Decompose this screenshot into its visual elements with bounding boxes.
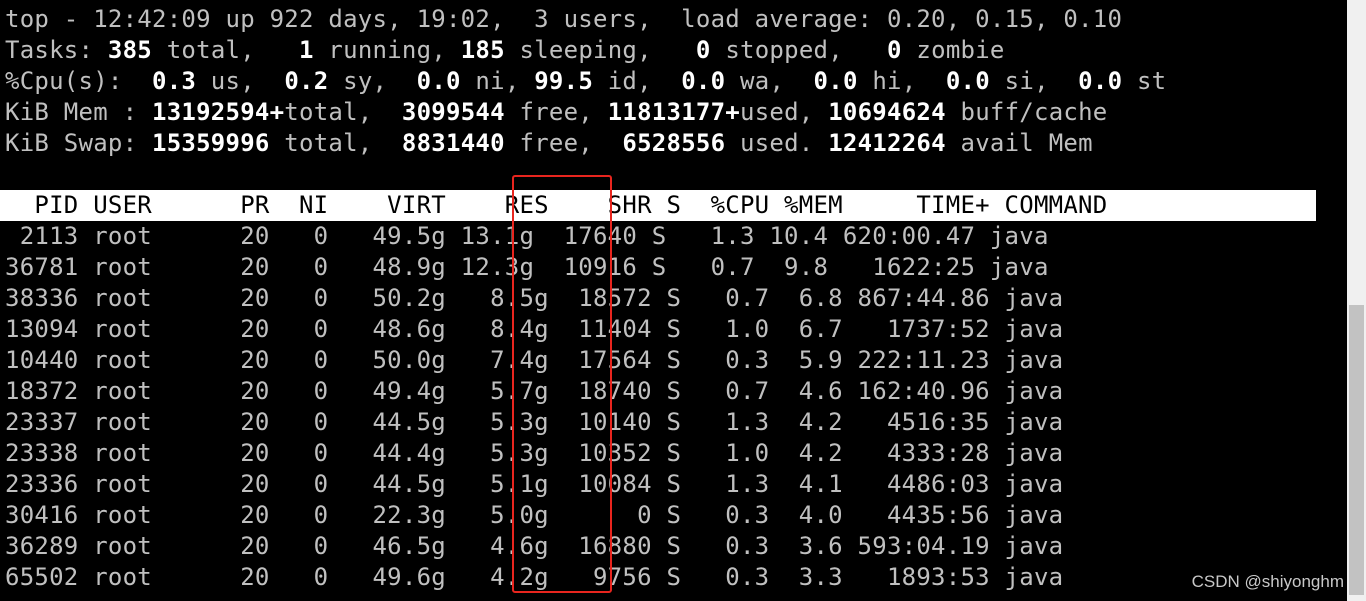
mem-used: 11813177+ xyxy=(607,98,740,126)
tasks-line: Tasks: 385 total, 1 running, 185 sleepin… xyxy=(5,35,1005,66)
cpu-st: 0.0 xyxy=(1078,67,1123,95)
cpu-wa-label: wa, xyxy=(725,67,814,95)
cpu-us: 0.3 xyxy=(152,67,197,95)
swap-total: 15359996 xyxy=(152,129,270,157)
mem-total-label: total, xyxy=(284,98,402,126)
mem-free: 3099544 xyxy=(401,98,505,126)
swap-free: 8831440 xyxy=(401,129,505,157)
cpu-label: %Cpu(s): xyxy=(5,67,152,95)
tasks-running-label: running, xyxy=(313,36,461,64)
cpu-hi-label: hi, xyxy=(857,67,946,95)
watermark: CSDN @shiyonghm xyxy=(1191,572,1344,591)
tasks-total-label: total, xyxy=(152,36,300,64)
swap-total-label: total, xyxy=(269,129,402,157)
mem-label: KiB Mem : xyxy=(5,98,152,126)
mem-total: 13192594+ xyxy=(152,98,285,126)
cpu-hi: 0.0 xyxy=(813,67,858,95)
swap-used: 6528556 xyxy=(622,129,726,157)
mem-free-label: free, xyxy=(504,98,608,126)
uptime-line: top - 12:42:09 up 922 days, 19:02, 3 use… xyxy=(5,5,1123,33)
tasks-zombie-label: zombie xyxy=(901,36,1005,64)
process-table-header: PID USER PR NI VIRT RES SHR S %CPU %MEM … xyxy=(0,190,1316,221)
swap-line: KiB Swap: 15359996 total, 8831440 free, … xyxy=(5,128,1093,159)
tasks-stopped-label: stopped, xyxy=(710,36,888,64)
res-column-highlight xyxy=(512,175,612,593)
terminal-screen[interactable]: top - 12:42:09 up 922 days, 19:02, 3 use… xyxy=(0,0,1347,601)
cpu-wa: 0.0 xyxy=(681,67,726,95)
tasks-zombie: 0 xyxy=(887,36,902,64)
swap-avail: 12412264 xyxy=(828,129,946,157)
cpu-si-label: si, xyxy=(989,67,1079,95)
swap-avail-label: avail Mem xyxy=(945,129,1093,157)
mem-line: KiB Mem : 13192594+total, 3099544 free, … xyxy=(5,97,1108,128)
tasks-running: 1 xyxy=(299,36,314,64)
terminal-window[interactable]: top - 12:42:09 up 922 days, 19:02, 3 use… xyxy=(0,0,1366,601)
swap-label: KiB Swap: xyxy=(5,129,152,157)
cpu-sy: 0.2 xyxy=(284,67,329,95)
cpu-sy-label: sy, xyxy=(328,67,417,95)
mem-buff-label: buff/cache xyxy=(945,98,1108,126)
mem-used-label: used, xyxy=(740,98,829,126)
cpu-ni-label: ni, xyxy=(460,67,535,95)
vertical-scrollbar[interactable] xyxy=(1347,0,1366,601)
swap-used-label: used. xyxy=(725,129,829,157)
tasks-sleeping: 185 xyxy=(460,36,505,64)
tasks-stopped: 0 xyxy=(695,36,711,64)
mem-buff: 10694624 xyxy=(828,98,946,126)
cpu-si: 0.0 xyxy=(945,67,990,95)
tasks-label: Tasks: xyxy=(5,36,108,64)
tasks-sleeping-label: sleeping, xyxy=(504,36,696,64)
cpu-st-label: st xyxy=(1122,67,1167,95)
cpu-us-label: us, xyxy=(196,67,285,95)
swap-free-label: free, xyxy=(504,129,623,157)
cpu-id: 99.5 xyxy=(534,67,594,95)
scrollbar-thumb[interactable] xyxy=(1349,305,1364,595)
cpu-id-label: id, xyxy=(593,67,682,95)
tasks-total: 385 xyxy=(107,36,153,64)
cpu-line: %Cpu(s): 0.3 us, 0.2 sy, 0.0 ni, 99.5 id… xyxy=(5,66,1166,97)
cpu-ni: 0.0 xyxy=(416,67,461,95)
